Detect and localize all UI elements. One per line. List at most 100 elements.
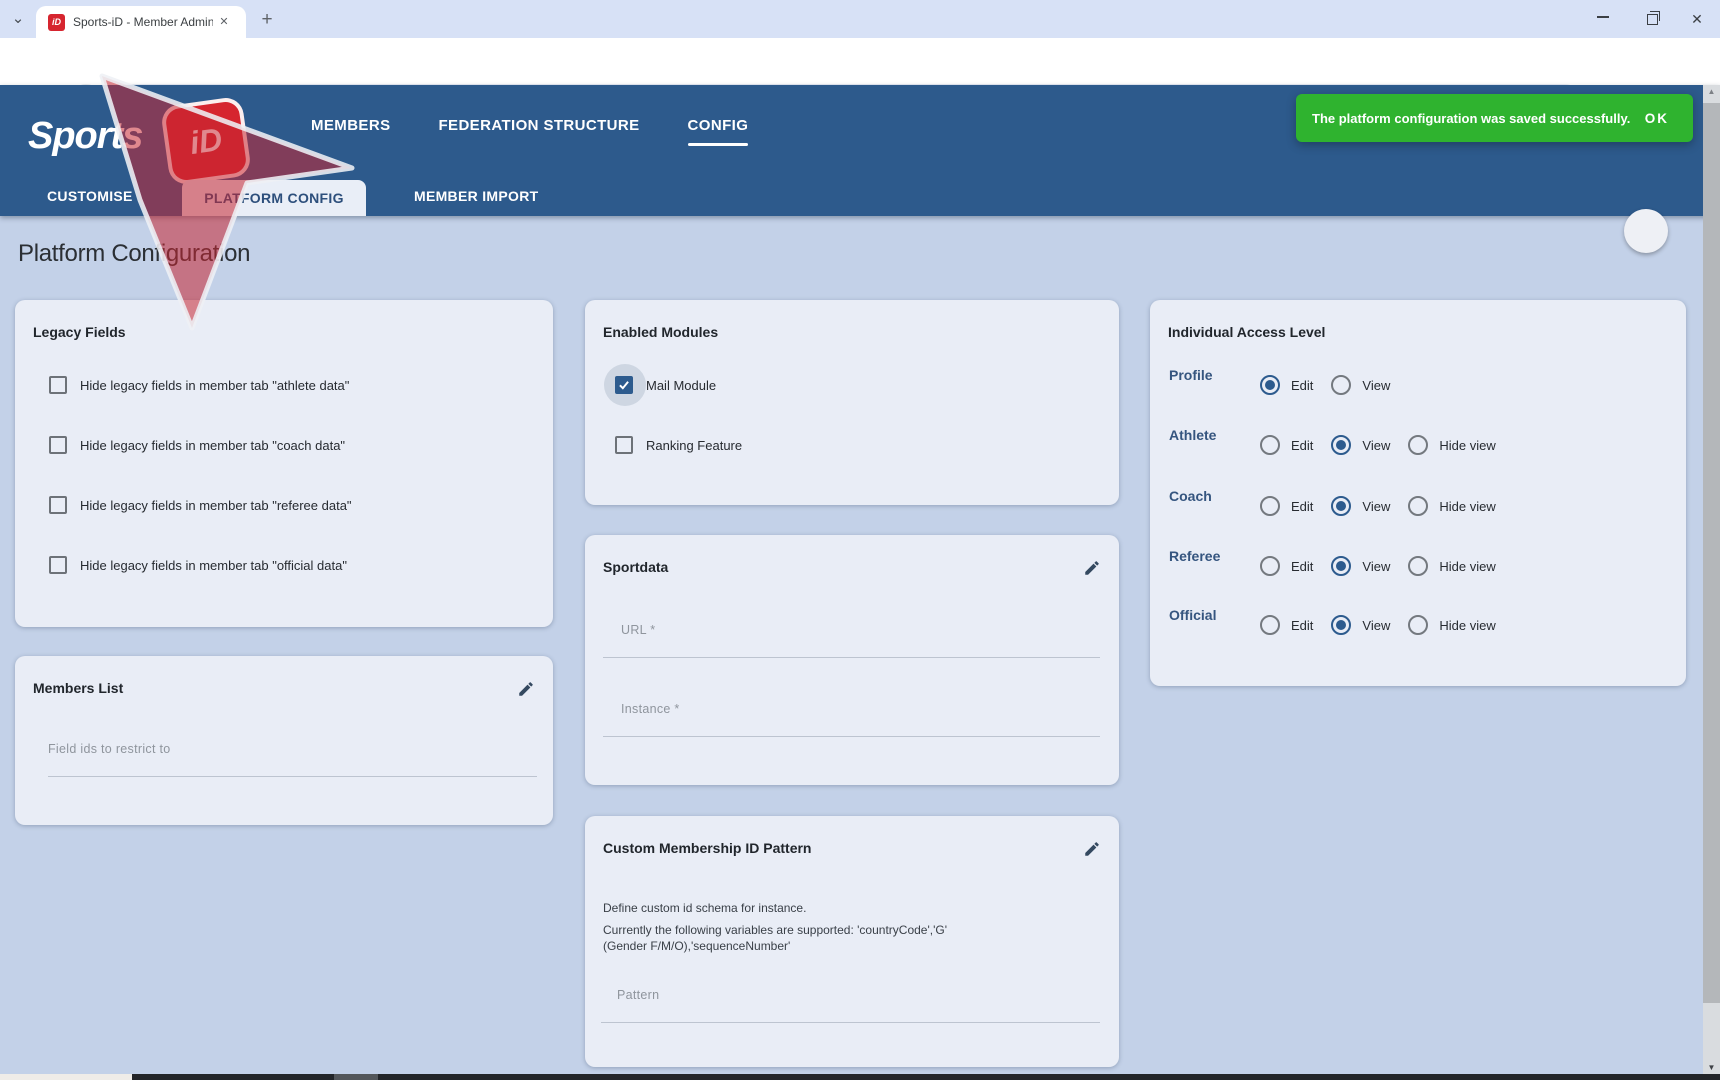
window-restore-button[interactable]	[1636, 11, 1666, 27]
input-placeholder: Field ids to restrict to	[48, 742, 537, 756]
radio-option-official-view[interactable]: View	[1331, 615, 1390, 635]
checkbox-row-hide-legacy-fields-in-member-tab-referee-data[interactable]: Hide legacy fields in member tab "refere…	[49, 493, 352, 517]
radio-option-label: View	[1362, 378, 1390, 393]
tab-close-icon[interactable]: ✕	[215, 13, 233, 31]
checkbox-unchecked-icon[interactable]	[49, 496, 67, 514]
tab-platform-config[interactable]: PLATFORM CONFIG	[182, 180, 366, 216]
radio-unselected-icon[interactable]	[1260, 435, 1280, 455]
radio-unselected-icon[interactable]	[1408, 435, 1428, 455]
checkbox-row-hide-legacy-fields-in-member-tab-athlete-data[interactable]: Hide legacy fields in member tab "athlet…	[49, 373, 349, 397]
radio-option-label: Edit	[1291, 378, 1313, 393]
logo-text: Sports	[28, 115, 142, 158]
card-title: Members List	[33, 680, 123, 696]
radio-unselected-icon[interactable]	[1408, 556, 1428, 576]
radio-option-athlete-view[interactable]: View	[1331, 435, 1390, 455]
radio-unselected-icon[interactable]	[1260, 556, 1280, 576]
page-title: Platform Configuration	[18, 240, 250, 268]
nav-item-members[interactable]: MEMBERS	[311, 117, 390, 146]
sportdata-card: Sportdata URL * Instance *	[585, 535, 1119, 785]
radio-unselected-icon[interactable]	[1331, 375, 1351, 395]
radio-unselected-icon[interactable]	[1408, 496, 1428, 516]
radio-option-label: View	[1362, 618, 1390, 633]
tab-title: Sports-iD - Member Administra	[73, 15, 213, 29]
radio-selected-icon[interactable]	[1331, 615, 1351, 635]
checkbox-row-hide-legacy-fields-in-member-tab-official-data[interactable]: Hide legacy fields in member tab "offici…	[49, 553, 347, 577]
radio-unselected-icon[interactable]	[1408, 615, 1428, 635]
scroll-up-icon[interactable]: ▲	[1703, 87, 1720, 96]
instance-input[interactable]: Instance *	[603, 702, 1100, 737]
access-row-options: Edit View Hide view	[1260, 556, 1496, 576]
taskbar-segment	[334, 1074, 378, 1080]
checkbox-label: Hide legacy fields in member tab "refere…	[80, 498, 352, 513]
radio-unselected-icon[interactable]	[1260, 615, 1280, 635]
radio-selected-icon[interactable]	[1331, 556, 1351, 576]
input-placeholder: Pattern	[617, 988, 1100, 1002]
browser-tab[interactable]: iD Sports-iD - Member Administra ✕	[36, 6, 246, 38]
tab-customise[interactable]: CUSTOMISE	[47, 188, 133, 204]
checkbox-unchecked-icon[interactable]	[49, 436, 67, 454]
checkbox-label: Hide legacy fields in member tab "offici…	[80, 558, 347, 573]
radio-selected-icon[interactable]	[1331, 496, 1351, 516]
radio-option-profile-edit[interactable]: Edit	[1260, 375, 1313, 395]
radio-option-label: Hide view	[1439, 438, 1495, 453]
radio-option-official-edit[interactable]: Edit	[1260, 615, 1313, 635]
window-minimize-button[interactable]	[1588, 16, 1618, 34]
checkbox-unchecked-icon[interactable]	[615, 436, 633, 454]
nav-item-config[interactable]: CONFIG	[688, 117, 749, 146]
checkbox-unchecked-icon[interactable]	[49, 556, 67, 574]
access-row-options: Edit View	[1260, 375, 1390, 395]
enabled-modules-card: Enabled Modules Mail ModuleRanking Featu…	[585, 300, 1119, 505]
description-text: Currently the following variables are su…	[603, 922, 973, 954]
scroll-down-icon[interactable]: ▼	[1703, 1063, 1720, 1072]
radio-option-referee-edit[interactable]: Edit	[1260, 556, 1313, 576]
access-row-label-athlete: Athlete	[1169, 427, 1216, 443]
access-row-label-profile: Profile	[1169, 367, 1213, 383]
nav-active-underline	[688, 143, 749, 146]
field-ids-input[interactable]: Field ids to restrict to	[48, 742, 537, 777]
scrollbar-thumb[interactable]	[1703, 103, 1720, 1003]
new-tab-button[interactable]: +	[254, 8, 280, 32]
edit-pencil-icon[interactable]	[1083, 559, 1103, 579]
url-input[interactable]: URL *	[603, 623, 1100, 658]
toast-ok-button[interactable]: OK	[1645, 111, 1669, 126]
radio-option-coach-edit[interactable]: Edit	[1260, 496, 1313, 516]
custom-membership-id-card: Custom Membership ID Pattern Define cust…	[585, 816, 1119, 1067]
user-avatar[interactable]	[1624, 209, 1668, 253]
radio-unselected-icon[interactable]	[1260, 496, 1280, 516]
browser-toolbar: ← → ↻ sportsid-kid.demo.risedev.at/admin…	[0, 38, 1720, 85]
checkbox-row-hide-legacy-fields-in-member-tab-coach-data[interactable]: Hide legacy fields in member tab "coach …	[49, 433, 345, 457]
checkbox-row-ranking-feature[interactable]: Ranking Feature	[615, 433, 742, 457]
radio-option-coach-view[interactable]: View	[1331, 496, 1390, 516]
success-toast: The platform configuration was saved suc…	[1296, 94, 1693, 142]
radio-option-label: View	[1362, 438, 1390, 453]
card-title: Custom Membership ID Pattern	[603, 840, 811, 856]
radio-option-athlete-hide-view[interactable]: Hide view	[1408, 435, 1495, 455]
input-placeholder: Instance *	[621, 702, 1100, 716]
members-list-card: Members List Field ids to restrict to	[15, 656, 553, 825]
checkbox-unchecked-icon[interactable]	[49, 376, 67, 394]
site-favicon: iD	[48, 14, 65, 31]
window-close-button[interactable]: ✕	[1682, 8, 1712, 26]
checkbox-label: Ranking Feature	[646, 438, 742, 453]
scrollbar[interactable]: ▲ ▼	[1703, 85, 1720, 1074]
description-text: Define custom id schema for instance.	[603, 900, 973, 916]
tab-search-chevron-icon[interactable]: ⌄	[6, 6, 30, 32]
nav-item-label: CONFIG	[688, 117, 749, 134]
radio-option-coach-hide-view[interactable]: Hide view	[1408, 496, 1495, 516]
radio-selected-icon[interactable]	[1260, 375, 1280, 395]
checkbox-row-mail-module[interactable]: Mail Module	[615, 373, 716, 397]
nav-item-label: FEDERATION STRUCTURE	[438, 117, 639, 134]
edit-pencil-icon[interactable]	[517, 680, 537, 700]
radio-selected-icon[interactable]	[1331, 435, 1351, 455]
radio-option-athlete-edit[interactable]: Edit	[1260, 435, 1313, 455]
radio-option-referee-view[interactable]: View	[1331, 556, 1390, 576]
checkbox-label: Hide legacy fields in member tab "coach …	[80, 438, 345, 453]
tab-member-import[interactable]: MEMBER IMPORT	[414, 188, 538, 204]
radio-option-referee-hide-view[interactable]: Hide view	[1408, 556, 1495, 576]
radio-option-profile-view[interactable]: View	[1331, 375, 1390, 395]
pattern-input[interactable]: Pattern	[601, 988, 1100, 1023]
edit-pencil-icon[interactable]	[1083, 840, 1103, 860]
checkbox-checked-icon[interactable]	[615, 376, 633, 394]
nav-item-federation-structure[interactable]: FEDERATION STRUCTURE	[438, 117, 639, 146]
radio-option-official-hide-view[interactable]: Hide view	[1408, 615, 1495, 635]
